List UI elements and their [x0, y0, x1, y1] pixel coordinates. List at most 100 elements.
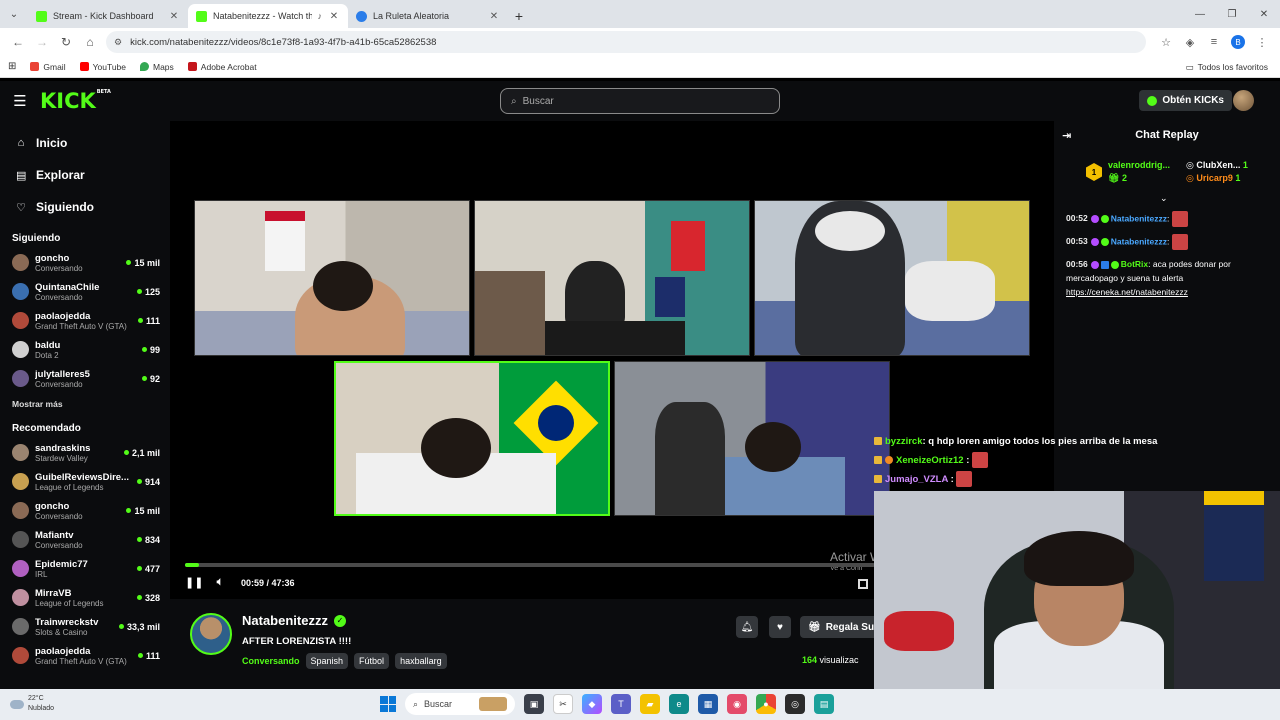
home-icon[interactable]: ⌂: [78, 30, 102, 54]
close-icon[interactable]: ✕: [488, 11, 500, 22]
extensions-icon[interactable]: ◈: [1178, 30, 1202, 54]
bookmark-gmail[interactable]: Gmail: [30, 62, 66, 72]
message-user[interactable]: Natabenitezzz: [1111, 236, 1167, 246]
webcam-hair: [1024, 531, 1134, 586]
menu-icon[interactable]: ☰: [0, 92, 40, 110]
expand-leaderboard-icon[interactable]: ⌄: [1160, 193, 1168, 204]
show-more-button[interactable]: Mostrar más: [0, 393, 170, 413]
task-view-icon[interactable]: ▣: [524, 694, 544, 714]
new-tab-button[interactable]: +: [508, 4, 530, 28]
seek-bar[interactable]: [185, 563, 875, 567]
discord-icon[interactable]: ◉: [727, 694, 747, 714]
verified-icon: ✓: [333, 614, 346, 627]
gift-sub-button[interactable]: 🎁︎ Regala Su: [800, 616, 883, 638]
chrome-icon[interactable]: ●: [756, 694, 776, 714]
sidebar-channel[interactable]: Trainwreckstv Slots & Casino 33,3 mil: [0, 612, 170, 641]
streamer-avatar[interactable]: [190, 613, 232, 655]
maximize-icon[interactable]: ❐: [1216, 0, 1248, 28]
forward-icon[interactable]: →: [30, 30, 54, 54]
leaderboard-entry[interactable]: valenroddrig...: [1108, 160, 1170, 170]
sidebar-channel[interactable]: paolaojedda Grand Theft Auto V (GTA) 111: [0, 641, 170, 670]
all-bookmarks[interactable]: ▭ Todos los favoritos: [1186, 56, 1268, 78]
speaker-icon[interactable]: ♪: [318, 11, 323, 21]
channel-category: Grand Theft Auto V (GTA): [35, 321, 127, 331]
browser-tab-0[interactable]: Stream - Kick Dashboard ✕: [28, 4, 188, 28]
channel-category: Conversando: [35, 379, 83, 389]
acrobat-icon: [187, 62, 197, 71]
tag-spanish[interactable]: Spanish: [305, 653, 349, 669]
minimize-icon[interactable]: —: [1184, 0, 1216, 28]
fullscreen-icon[interactable]: [858, 579, 868, 589]
media-icon[interactable]: ≡: [1202, 30, 1226, 54]
leader-name: Uricarp9: [1196, 173, 1233, 183]
follow-button[interactable]: ♥: [769, 616, 791, 638]
bookmark-maps[interactable]: Maps: [140, 62, 174, 72]
kick-logo[interactable]: KICKBETA: [40, 89, 111, 113]
donation-link[interactable]: https://ceneka.net/natabenitezzz: [1066, 287, 1188, 297]
message-user[interactable]: BotRix: [1121, 259, 1148, 269]
windows-start-icon[interactable]: [380, 696, 396, 712]
browser-tab-2[interactable]: La Ruleta Aleatoria ✕: [348, 4, 508, 28]
volume-icon[interactable]: 🔈︎: [213, 576, 227, 589]
nav-siguiendo[interactable]: ♡ Siguiendo: [0, 191, 170, 223]
get-kicks-button[interactable]: Obtén KICKs: [1139, 90, 1232, 111]
streamer-name[interactable]: Natabenitezzz: [242, 613, 328, 628]
search-input[interactable]: ⌕ Buscar: [500, 88, 780, 114]
teams-icon[interactable]: T: [611, 694, 631, 714]
url-text: kick.com/natabenitezzz/videos/8c1e73f8-1…: [130, 36, 437, 48]
leaderboard-entry[interactable]: ◎ ClubXen... 1: [1186, 160, 1248, 171]
snipping-tool-icon[interactable]: ✂: [553, 694, 573, 714]
sidebar-channel[interactable]: goncho Conversando 15 mil: [0, 248, 170, 277]
copilot-icon[interactable]: ◆: [582, 694, 602, 714]
user-avatar[interactable]: [1233, 90, 1254, 111]
star-icon[interactable]: ☆: [1154, 30, 1178, 54]
edge-icon[interactable]: e: [669, 694, 689, 714]
profile-button[interactable]: B: [1226, 30, 1250, 54]
stream-category[interactable]: Conversando: [242, 656, 300, 666]
sidebar-channel[interactable]: MirraVB League of Legends 328: [0, 583, 170, 612]
site-info-icon[interactable]: ⚙: [114, 37, 122, 48]
sidebar-channel[interactable]: QuintanaChile Conversando 125: [0, 277, 170, 306]
reload-icon[interactable]: ↻: [54, 30, 78, 54]
message-user[interactable]: Natabenitezzz: [1111, 213, 1167, 223]
bookmark-youtube[interactable]: YouTube: [79, 62, 126, 72]
sidebar-channel[interactable]: Mafiantv Conversando 834: [0, 525, 170, 554]
file-explorer-icon[interactable]: ▰: [640, 694, 660, 714]
nav-inicio[interactable]: ⌂ Inicio: [0, 127, 170, 159]
tag-haxballarg[interactable]: haxballarg: [395, 653, 447, 669]
tag-futbol[interactable]: Fútbol: [354, 653, 390, 669]
sidebar-channel[interactable]: sandraskins Stardew Valley 2,1 mil: [0, 438, 170, 467]
obs-icon[interactable]: ◎: [785, 694, 805, 714]
close-icon[interactable]: ✕: [328, 11, 340, 22]
close-window-icon[interactable]: ✕: [1248, 0, 1280, 28]
back-icon[interactable]: ←: [6, 30, 30, 54]
channel-name: Epidemic77: [35, 558, 88, 570]
sidebar-channel[interactable]: goncho Conversando 15 mil: [0, 496, 170, 525]
nav-explorar[interactable]: ▤ Explorar: [0, 159, 170, 191]
menu-icon[interactable]: ⋮: [1250, 30, 1274, 54]
notifications-button[interactable]: 🔔︎: [736, 616, 758, 638]
apps-icon[interactable]: ⊞: [8, 61, 16, 72]
bookmark-acrobat[interactable]: Adobe Acrobat: [187, 62, 257, 72]
sidebar-channel[interactable]: GuibelReviewsDire... League of Legends 914: [0, 467, 170, 496]
leaderboard-entry[interactable]: ◎ Uricarp9 1: [1186, 173, 1240, 184]
channel-avatar: [12, 444, 29, 461]
channel-meta: goncho Conversando: [35, 501, 120, 521]
live-dot-icon: [137, 318, 143, 323]
collapse-chat-icon[interactable]: ⇥: [1062, 129, 1071, 142]
tab-search-icon[interactable]: ⌄: [0, 0, 28, 28]
sidebar-channel[interactable]: Epidemic77 IRL 477: [0, 554, 170, 583]
sidebar-channel[interactable]: julytalleres5 Conversando 92: [0, 364, 170, 393]
sidebar-channel[interactable]: baldu Dota 2 99: [0, 335, 170, 364]
store-icon[interactable]: ▦: [698, 694, 718, 714]
taskbar-search[interactable]: ⌕ Buscar: [405, 693, 515, 715]
channel-viewers: 914: [136, 477, 160, 487]
pause-icon[interactable]: ❚❚: [185, 576, 203, 589]
sidebar-channel[interactable]: paolaojedda Grand Theft Auto V (GTA) 111: [0, 306, 170, 335]
channel-category: IRL: [35, 569, 48, 579]
browser-tab-1[interactable]: Natabenitezzz - Watch the ♪ ✕: [188, 4, 348, 28]
weather-widget[interactable]: 22°C Nublado: [10, 694, 54, 714]
url-input[interactable]: ⚙ kick.com/natabenitezzz/videos/8c1e73f8…: [106, 31, 1146, 53]
close-icon[interactable]: ✕: [168, 11, 180, 22]
calculator-icon[interactable]: ▤: [814, 694, 834, 714]
